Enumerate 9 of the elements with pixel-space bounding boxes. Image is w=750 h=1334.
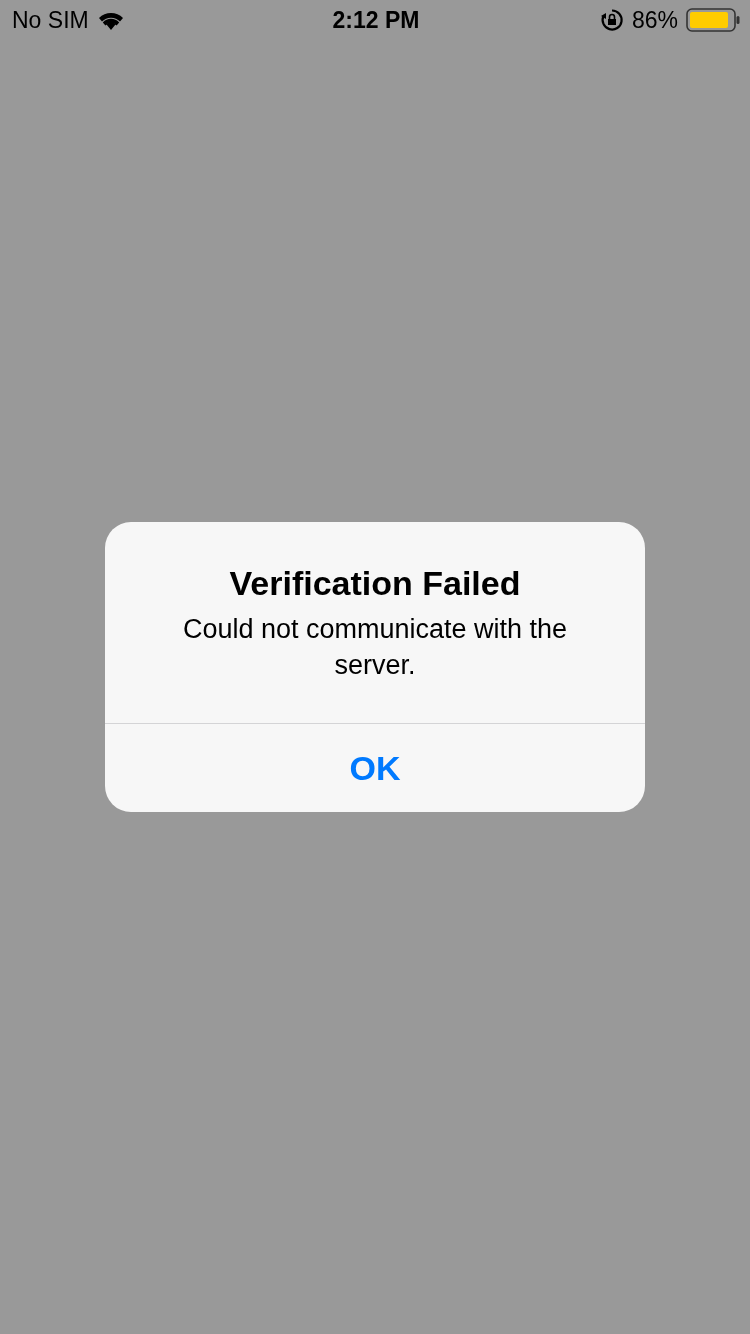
clock-label: 2:12 PM [332, 6, 420, 34]
alert-title: Verification Failed [229, 564, 521, 603]
ok-button[interactable]: OK [105, 723, 645, 812]
wifi-icon [96, 10, 125, 30]
battery-icon [686, 8, 740, 32]
carrier-label: No SIM [12, 6, 89, 34]
alert-message: Could not communicate with the server. [181, 613, 569, 682]
rotation-lock-icon [599, 8, 624, 32]
battery-percent: 86% [631, 6, 678, 34]
